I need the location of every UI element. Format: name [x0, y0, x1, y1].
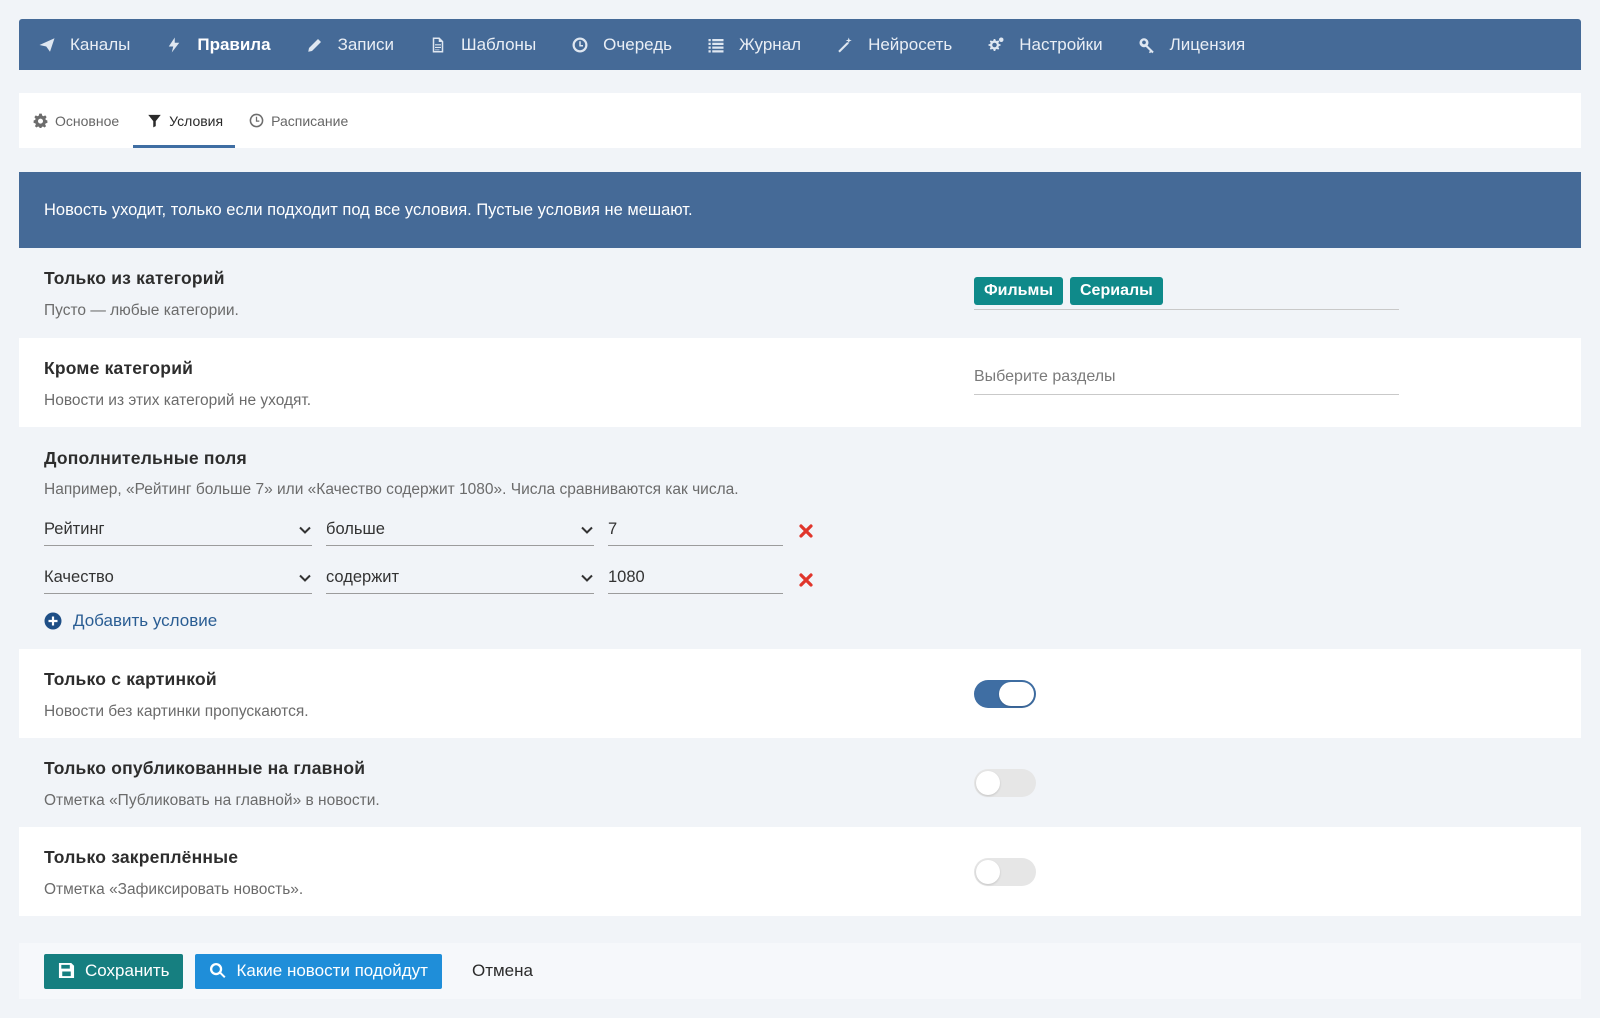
preview-button-label: Какие новости подойдут	[236, 961, 428, 980]
value-input[interactable]: 1080	[608, 562, 783, 594]
chevron-down-icon	[580, 523, 594, 537]
search-icon	[209, 962, 227, 980]
clock-icon	[570, 35, 590, 55]
value-input[interactable]: 7	[608, 514, 783, 546]
nav-label: Записи	[337, 34, 394, 54]
section-description: Например, «Рейтинг больше 7» или «Качест…	[44, 481, 739, 498]
value-input-text: 1080	[608, 568, 645, 586]
pinned-section: Только закреплённые Отметка «Зафиксирова…	[19, 827, 1581, 916]
nav-item-queue[interactable]: Очередь	[570, 19, 672, 70]
key-icon	[1137, 35, 1157, 55]
nav-label: Шаблоны	[460, 34, 537, 54]
gear-icon	[33, 113, 49, 129]
nav-item-channels[interactable]: Каналы	[37, 19, 130, 70]
remove-condition-icon[interactable]	[797, 571, 815, 589]
nav-item-log[interactable]: Журнал	[706, 19, 801, 70]
nav-label: Настройки	[1019, 34, 1103, 54]
on-main-toggle[interactable]	[974, 769, 1036, 797]
info-banner-text: Новость уходит, только если подходит под…	[44, 200, 693, 219]
field-select[interactable]: Рейтинг	[44, 514, 312, 546]
nav-label: Очередь	[603, 34, 673, 54]
section-description: Отметка «Публиковать на главной» в новос…	[44, 792, 380, 809]
toggle-knob	[976, 771, 1000, 795]
form-footer: Сохранить Какие новости подойдут Отмена	[19, 943, 1581, 999]
section-title: Только из категорий	[44, 268, 225, 288]
floppy-disk-icon	[58, 962, 76, 980]
paper-plane-icon	[37, 35, 57, 55]
save-button[interactable]: Сохранить	[44, 953, 184, 989]
info-banner: Новость уходит, только если подходит под…	[19, 172, 1581, 248]
nav-item-license[interactable]: Лицензия	[1137, 19, 1246, 70]
category-tag[interactable]: Фильмы	[974, 277, 1063, 305]
with-image-section: Только с картинкой Новости без картинки …	[19, 649, 1581, 738]
cancel-button-label: Отмена	[471, 961, 533, 980]
section-description: Пусто — любые категории.	[44, 302, 239, 319]
tab-label: Условия	[169, 112, 224, 129]
nav-item-posts[interactable]: Записи	[305, 19, 394, 70]
include-categories-section: Только из категорий Пусто — любые катего…	[19, 248, 1581, 338]
field-select-value: Рейтинг	[44, 520, 105, 538]
category-tag[interactable]: Сериалы	[1070, 277, 1163, 305]
operator-select-value: содержит	[326, 568, 400, 586]
value-input-text: 7	[608, 520, 618, 538]
include-categories-select[interactable]: Фильмы Сериалы	[974, 277, 1399, 310]
clock-icon	[249, 113, 265, 129]
nav-item-templates[interactable]: Шаблоны	[428, 19, 536, 70]
on-main-section: Только опубликованные на главной Отметка…	[19, 738, 1581, 827]
chevron-down-icon	[298, 571, 312, 585]
nav-label: Лицензия	[1169, 34, 1246, 54]
nav-label: Каналы	[70, 34, 131, 54]
toggle-knob	[999, 682, 1034, 706]
bolt-icon	[164, 35, 184, 55]
document-icon	[428, 35, 448, 55]
tab-label: Расписание	[271, 112, 349, 129]
operator-select-value: больше	[326, 520, 385, 538]
pinned-toggle[interactable]	[974, 858, 1036, 886]
select-placeholder: Выберите разделы	[974, 368, 1116, 385]
pencil-icon	[305, 35, 325, 55]
field-select-value: Качество	[44, 568, 114, 586]
operator-select[interactable]: содержит	[326, 562, 594, 594]
section-title: Кроме категорий	[44, 358, 194, 378]
magic-wand-icon	[835, 35, 855, 55]
with-image-toggle[interactable]	[974, 680, 1036, 708]
tab-schedule[interactable]: Расписание	[237, 93, 360, 148]
filter-icon	[147, 113, 163, 129]
nav-item-rules[interactable]: Правила	[164, 19, 271, 70]
section-description: Отметка «Зафиксировать новость».	[44, 881, 304, 898]
cancel-button[interactable]: Отмена	[454, 954, 547, 989]
nav-item-ai[interactable]: Нейросеть	[835, 19, 952, 70]
tab-conditions[interactable]: Условия	[133, 93, 236, 148]
list-icon	[706, 35, 726, 55]
operator-select[interactable]: больше	[326, 514, 594, 546]
plus-circle-icon	[44, 612, 62, 630]
add-condition-button[interactable]: Добавить условие	[44, 611, 217, 631]
top-navigation: Каналы Правила Записи Шаблоны Очередь Жу…	[19, 19, 1581, 70]
nav-label: Журнал	[739, 34, 802, 54]
section-title: Только закреплённые	[44, 847, 239, 867]
toggle-knob	[976, 860, 1000, 884]
section-title: Только с картинкой	[44, 669, 217, 689]
nav-label: Правила	[197, 34, 271, 54]
preview-matching-button[interactable]: Какие новости подойдут	[195, 953, 442, 989]
nav-item-settings[interactable]: Настройки	[986, 19, 1103, 70]
rule-subtabs: Основное Условия Расписание	[19, 93, 1581, 148]
field-select[interactable]: Качество	[44, 562, 312, 594]
nav-label: Нейросеть	[868, 34, 953, 54]
chevron-down-icon	[580, 571, 594, 585]
tab-basic[interactable]: Основное	[33, 93, 131, 148]
chevron-down-icon	[298, 523, 312, 537]
exclude-categories-select[interactable]: Выберите разделы	[974, 360, 1399, 395]
remove-condition-icon[interactable]	[797, 522, 815, 540]
section-title: Дополнительные поля	[44, 448, 247, 468]
add-condition-label: Добавить условие	[73, 611, 218, 630]
section-description: Новости без картинки пропускаются.	[44, 703, 309, 720]
save-button-label: Сохранить	[85, 961, 170, 980]
exclude-categories-section: Кроме категорий Новости из этих категори…	[19, 338, 1581, 427]
gears-icon	[986, 35, 1006, 55]
section-description: Новости из этих категорий не уходят.	[44, 392, 312, 409]
tab-label: Основное	[55, 112, 120, 129]
section-title: Только опубликованные на главной	[44, 758, 366, 778]
